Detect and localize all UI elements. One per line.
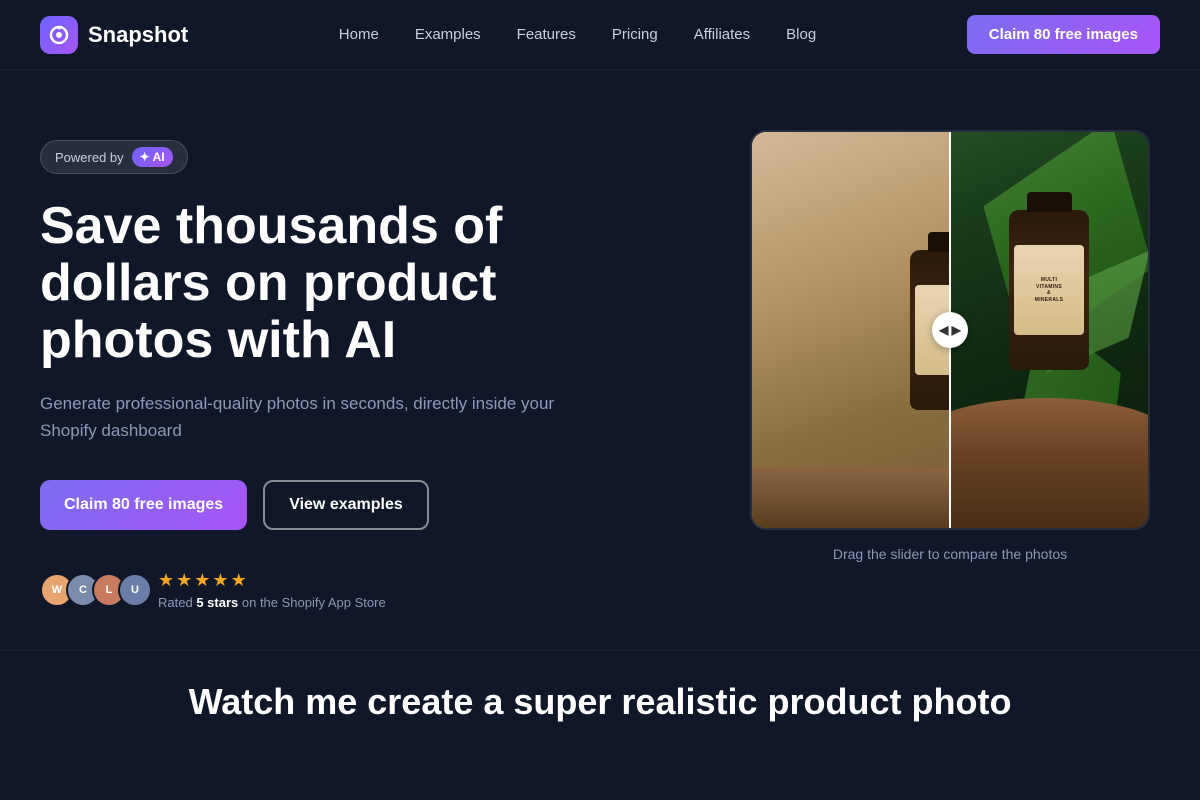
nav-item-features[interactable]: Features [517,26,576,43]
star-2: ★ [176,570,192,591]
star-rating: ★ ★ ★ ★ ★ [158,570,386,591]
nav-item-pricing[interactable]: Pricing [612,26,658,43]
rating-text: Rated 5 stars on the Shopify App Store [158,595,386,610]
logo-icon [40,16,78,54]
view-examples-button[interactable]: View examples [263,480,429,530]
wood-stump [950,398,1148,528]
stars-label: 5 stars [196,595,238,610]
hero-title: Save thousands of dollars on product pho… [40,198,570,370]
bottle-after: MULTIVITAMINS&MINERALS [1009,210,1089,370]
comparison-before: MULTIVITAMINS&MINERALS [752,132,950,528]
powered-by-text: Powered by [55,150,124,165]
nav-item-home[interactable]: Home [339,26,379,43]
logo-link[interactable]: Snapshot [40,16,188,54]
hero-section: Powered by ✦ AI Save thousands of dollar… [0,70,1200,650]
ai-badge: ✦ AI [132,147,173,167]
hero-content: Powered by ✦ AI Save thousands of dollar… [40,130,570,610]
nav-item-blog[interactable]: Blog [786,26,816,43]
bottle-cap-before [928,232,951,252]
bottle-cap-after [1027,192,1072,212]
bottle-label-after: MULTIVITAMINS&MINERALS [1014,245,1084,335]
comparison-after: MULTIVITAMINS&MINERALS [950,132,1148,528]
comparison-caption: Drag the slider to compare the photos [833,546,1067,562]
claim-images-button-nav[interactable]: Claim 80 free images [967,15,1160,54]
social-proof: W C L U ★ ★ ★ ★ ★ Rated 5 stars on the S… [40,570,570,610]
rating-suffix: on the Shopify App Store [242,595,386,610]
before-background: MULTIVITAMINS&MINERALS [752,132,950,528]
powered-by-badge: Powered by ✦ AI [40,140,188,174]
hero-image-comparison: MULTIVITAMINS&MINERALS MULTIVITAMINS&MIN… [740,130,1160,562]
hero-buttons: Claim 80 free images View examples [40,480,570,530]
logo-text: Snapshot [88,22,188,48]
table-surface-left [752,468,950,528]
bottom-section: Watch me create a super realistic produc… [0,650,1200,753]
star-3: ★ [194,570,210,591]
star-1: ★ [158,570,174,591]
review-avatars: W C L U [40,573,144,607]
rating-info: ★ ★ ★ ★ ★ Rated 5 stars on the Shopify A… [158,570,386,610]
nav-links: Home Examples Features Pricing Affiliate… [339,26,816,44]
avatar-4: U [118,573,152,607]
comparison-widget[interactable]: MULTIVITAMINS&MINERALS MULTIVITAMINS&MIN… [750,130,1150,530]
star-5: ★ [231,570,247,591]
nav-item-affiliates[interactable]: Affiliates [694,26,750,43]
navbar: Snapshot Home Examples Features Pricing … [0,0,1200,70]
nav-item-examples[interactable]: Examples [415,26,481,43]
star-4: ★ [212,570,228,591]
bottom-title: Watch me create a super realistic produc… [40,681,1160,723]
hero-subtitle: Generate professional-quality photos in … [40,390,570,444]
claim-images-button-hero[interactable]: Claim 80 free images [40,480,247,530]
rated-label: Rated [158,595,193,610]
handle-arrows-icon: ◀ ▶ [939,323,961,337]
comparison-handle[interactable]: ◀ ▶ [932,312,968,348]
label-text-after: MULTIVITAMINS&MINERALS [1035,277,1064,303]
